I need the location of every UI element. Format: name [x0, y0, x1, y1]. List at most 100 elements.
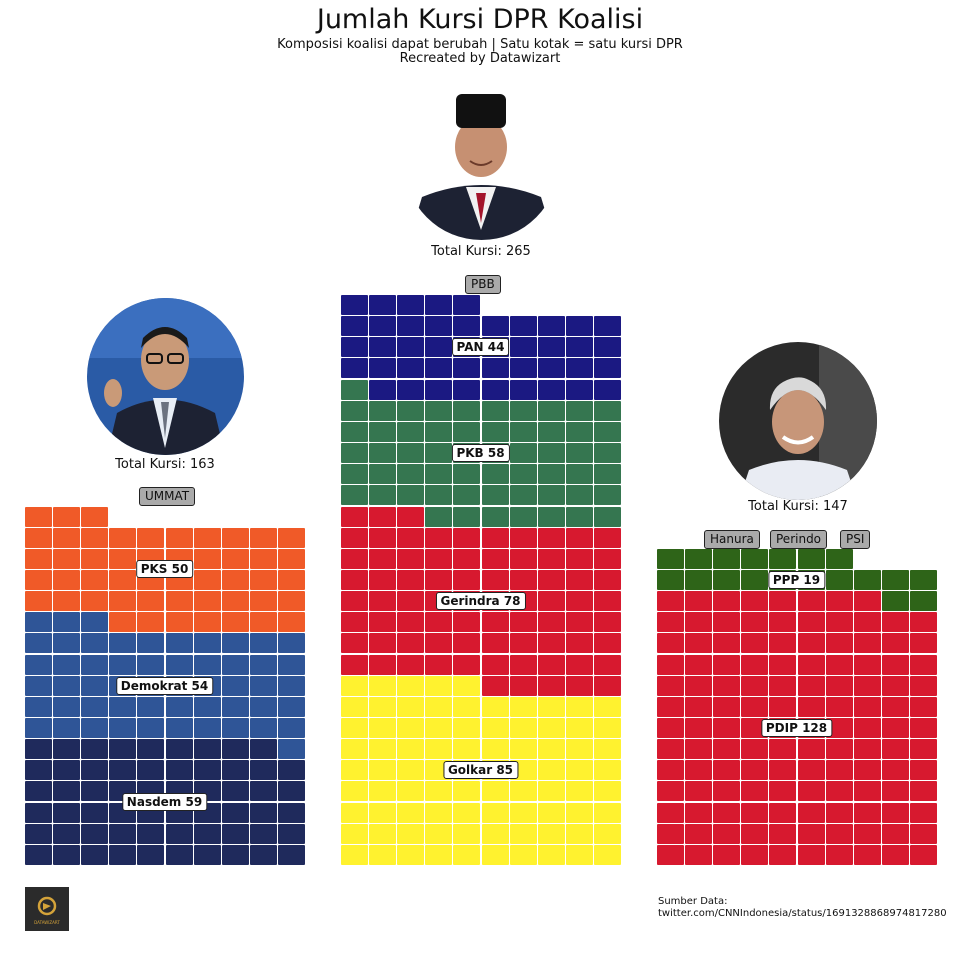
- seat-cell-demokrat: [137, 633, 165, 654]
- seat-cell-pdip: [853, 718, 881, 738]
- seat-cell-golkar: [565, 802, 593, 823]
- seat-cell-golkar: [397, 696, 425, 717]
- seat-cell-pks: [249, 527, 277, 548]
- seat-cell-pdip: [657, 844, 684, 865]
- seat-cell-golkar: [369, 675, 397, 696]
- seat-cell-nasdem: [249, 823, 277, 844]
- seat-cell-gerindra: [425, 527, 453, 548]
- seat-cell-golkar: [397, 781, 425, 802]
- seat-cell-pkb: [341, 379, 368, 400]
- seat-cell-pan: [593, 358, 621, 379]
- seat-cell-demokrat: [277, 739, 305, 760]
- seat-cell-pdip: [825, 633, 853, 654]
- seat-cell-golkar: [593, 696, 621, 717]
- seat-cell-pan: [453, 358, 481, 379]
- seat-cell-pkb: [397, 400, 425, 421]
- seat-cell-demokrat: [53, 612, 81, 633]
- seat-cell-nasdem: [137, 760, 165, 781]
- seat-cell-pks: [109, 612, 137, 633]
- seat-cell-golkar: [397, 675, 425, 696]
- seat-cell-pdip: [657, 760, 684, 781]
- seat-cell-pan: [537, 379, 565, 400]
- seat-cell-pkb: [425, 485, 453, 506]
- seat-cell-gerindra: [593, 612, 621, 633]
- seat-cell-gerindra: [593, 548, 621, 569]
- seat-cell-pkb: [565, 421, 593, 442]
- seat-cell-pdip: [713, 612, 741, 633]
- seat-cell-gerindra: [509, 633, 537, 654]
- seat-cell-ppp: [797, 548, 825, 569]
- seat-cell-pkb: [509, 485, 537, 506]
- seat-cell-demokrat: [165, 654, 193, 675]
- seat-cell-pks: [109, 569, 137, 590]
- seat-cell-golkar: [341, 802, 368, 823]
- seat-cell-pks: [249, 548, 277, 569]
- seat-cell-golkar: [369, 844, 397, 865]
- seat-cell-demokrat: [53, 633, 81, 654]
- seat-cell-demokrat: [109, 654, 137, 675]
- seat-cell-golkar: [537, 739, 565, 760]
- party-label-nasdem: Nasdem 59: [121, 793, 208, 811]
- seat-cell-gerindra: [453, 548, 481, 569]
- seat-cell-pdip: [797, 844, 825, 865]
- portrait-left: [87, 298, 244, 455]
- seat-cell-pdip: [657, 781, 684, 802]
- seat-cell-golkar: [481, 739, 509, 760]
- seat-cell-demokrat: [249, 654, 277, 675]
- seat-cell-pkb: [593, 421, 621, 442]
- seat-cell-pdip: [685, 696, 713, 717]
- seat-cell-gerindra: [453, 527, 481, 548]
- seat-cell-pkb: [397, 464, 425, 485]
- seat-cell-demokrat: [249, 718, 277, 738]
- seat-cell-pkb: [453, 421, 481, 442]
- seat-cell-pdip: [657, 612, 684, 633]
- party-label-gerindra: Gerindra 78: [435, 592, 526, 610]
- seat-cell-nasdem: [81, 781, 109, 802]
- seat-cell-nasdem: [221, 802, 249, 823]
- seat-cell-demokrat: [221, 654, 249, 675]
- seat-cell-nasdem: [25, 823, 52, 844]
- seat-cell-pkb: [537, 443, 565, 463]
- datawizart-logo: DATAWIZART: [25, 887, 69, 931]
- seat-cell-pks: [81, 591, 109, 611]
- seat-cell-pdip: [685, 675, 713, 696]
- seat-cell-gerindra: [565, 548, 593, 569]
- seat-cell-pkb: [425, 506, 453, 527]
- seat-cell-demokrat: [221, 696, 249, 717]
- seat-cell-gerindra: [509, 612, 537, 633]
- seat-cell-pks: [193, 548, 221, 569]
- seat-cell-golkar: [397, 739, 425, 760]
- party-label-pks: PKS 50: [135, 560, 194, 579]
- seat-cell-gerindra: [341, 527, 368, 548]
- seat-cell-pan: [397, 358, 425, 379]
- seat-cell-pdip: [909, 802, 937, 823]
- seat-cell-pks: [25, 569, 52, 590]
- seat-cell-pdip: [713, 675, 741, 696]
- seat-cell-golkar: [537, 718, 565, 738]
- seat-cell-gerindra: [425, 569, 453, 590]
- seat-cell-gerindra: [537, 569, 565, 590]
- seat-cell-pks: [221, 591, 249, 611]
- seat-cell-gerindra: [565, 654, 593, 675]
- seat-cell-golkar: [565, 844, 593, 865]
- seat-cell-golkar: [425, 739, 453, 760]
- seat-cell-pdip: [741, 823, 769, 844]
- seat-cell-pdip: [769, 844, 797, 865]
- seat-cell-demokrat: [53, 696, 81, 717]
- seat-cell-demokrat: [193, 696, 221, 717]
- party-label-pkb: PKB 58: [451, 444, 510, 462]
- seat-cell-pdip: [825, 844, 853, 865]
- seat-cell-ppp: [685, 548, 713, 569]
- seat-cell-pdip: [769, 675, 797, 696]
- seat-cell-pkb: [537, 400, 565, 421]
- seat-cell-gerindra: [565, 569, 593, 590]
- seat-cell-gerindra: [369, 527, 397, 548]
- seat-cell-demokrat: [165, 633, 193, 654]
- seat-cell-pan: [453, 316, 481, 337]
- seat-cell-pks: [81, 569, 109, 590]
- seat-cell-golkar: [481, 781, 509, 802]
- seat-cell-nasdem: [193, 760, 221, 781]
- seat-cell-gerindra: [509, 527, 537, 548]
- seat-cell-golkar: [593, 739, 621, 760]
- seat-cell-demokrat: [277, 696, 305, 717]
